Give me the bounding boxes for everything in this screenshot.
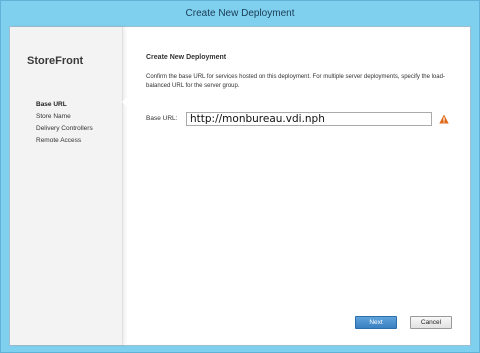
sidebar-item-remote-access[interactable]: Remote Access <box>36 135 93 147</box>
sidebar-item-base-url[interactable]: Base URL <box>36 99 93 111</box>
sidebar-item-delivery-controllers[interactable]: Delivery Controllers <box>36 123 93 135</box>
next-button[interactable]: Next <box>355 316 397 329</box>
window-title: Create New Deployment <box>185 7 295 19</box>
warning-icon <box>439 114 449 124</box>
brand-title: StoreFront <box>27 55 84 67</box>
base-url-label: Base URL: <box>146 115 178 122</box>
base-url-input[interactable] <box>186 112 432 126</box>
window-title-bar[interactable]: Create New Deployment <box>1 1 479 25</box>
page-title: Create New Deployment <box>146 54 227 61</box>
cancel-button[interactable]: Cancel <box>410 316 452 329</box>
page-description: Confirm the base URL for services hosted… <box>146 74 445 89</box>
wizard-steps: Base URL Store Name Delivery Controllers… <box>36 99 93 147</box>
wizard-content: Create New Deployment Confirm the base U… <box>146 27 466 345</box>
wizard-sidebar: StoreFront Base URL Store Name Delivery … <box>10 27 123 345</box>
dialog-window: Create New Deployment StoreFront Base UR… <box>0 0 480 353</box>
dialog-client-area: StoreFront Base URL Store Name Delivery … <box>9 26 471 346</box>
active-step-pointer <box>122 97 127 107</box>
sidebar-item-store-name[interactable]: Store Name <box>36 111 93 123</box>
